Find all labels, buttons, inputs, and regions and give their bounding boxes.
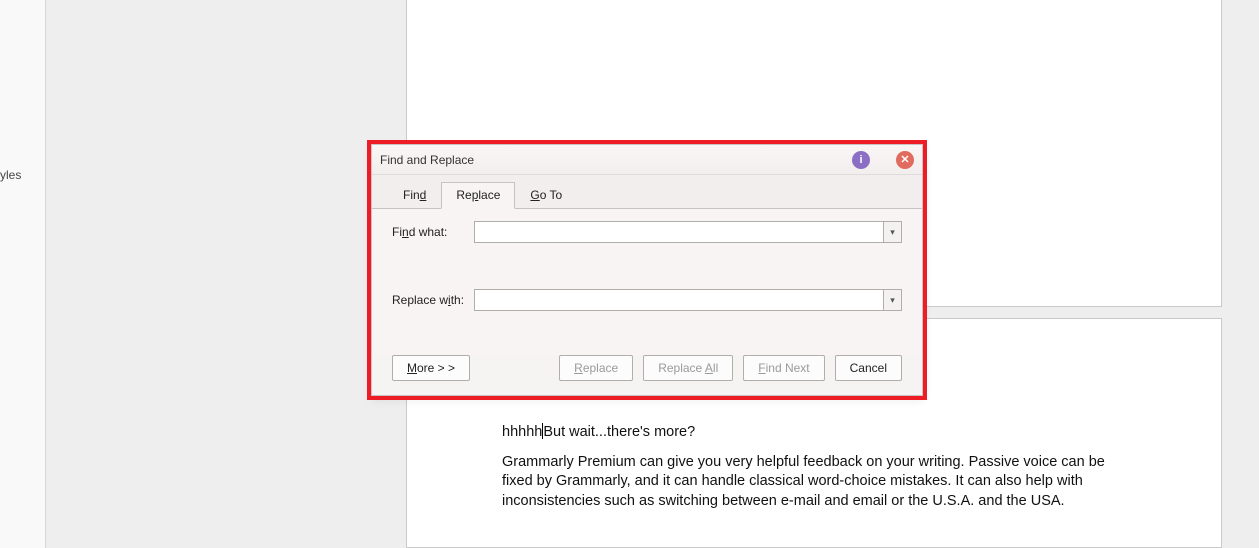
- dialog-tabs: Find Replace Go To: [372, 175, 922, 209]
- replace-with-combo: ▾: [474, 289, 902, 311]
- styles-label-fragment: yles: [0, 168, 21, 182]
- cancel-button[interactable]: Cancel: [835, 355, 902, 381]
- dialog-footer: More > > Replace Replace All Find Next C…: [372, 355, 922, 395]
- replace-all-button[interactable]: Replace All: [643, 355, 733, 381]
- tab-find[interactable]: Find: [388, 182, 441, 209]
- replace-with-input[interactable]: [475, 290, 883, 310]
- dialog-titlebar[interactable]: Find and Replace i ✕: [372, 145, 922, 175]
- find-what-input[interactable]: [475, 222, 883, 242]
- tab-replace[interactable]: Replace: [441, 182, 515, 209]
- dialog-body: Find what: ▾ Replace with: ▾: [372, 209, 922, 355]
- close-icon[interactable]: ✕: [896, 151, 914, 169]
- dialog-title: Find and Replace: [380, 153, 844, 167]
- find-what-combo: ▾: [474, 221, 902, 243]
- replace-with-dropdown-icon[interactable]: ▾: [883, 290, 901, 310]
- find-what-dropdown-icon[interactable]: ▾: [883, 222, 901, 242]
- find-what-row: Find what: ▾: [392, 221, 902, 243]
- document-line-1: hhhhhBut wait...there's more?: [502, 423, 1126, 443]
- find-what-label: Find what:: [392, 225, 474, 239]
- document-paragraph: Grammarly Premium can give you very help…: [502, 453, 1126, 512]
- find-and-replace-dialog: Find and Replace i ✕ Find Replace Go To …: [371, 144, 923, 396]
- help-icon[interactable]: i: [852, 151, 870, 169]
- replace-with-row: Replace with: ▾: [392, 289, 902, 311]
- replace-with-label: Replace with:: [392, 293, 474, 307]
- tab-goto[interactable]: Go To: [515, 182, 577, 209]
- find-next-button[interactable]: Find Next: [743, 355, 824, 381]
- replace-button[interactable]: Replace: [559, 355, 633, 381]
- left-panel-strip: yles: [0, 0, 46, 548]
- more-button[interactable]: More > >: [392, 355, 470, 381]
